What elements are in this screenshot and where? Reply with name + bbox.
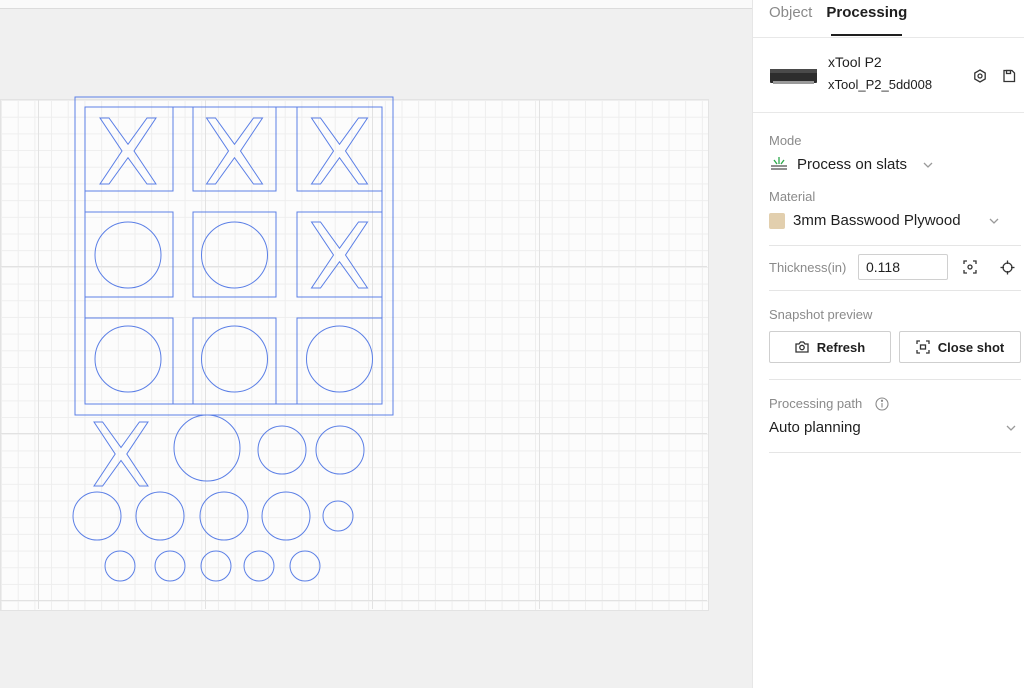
auto-measure-icon[interactable] [961, 258, 979, 276]
cell-7 [84, 317, 174, 405]
board-o-piece-4[interactable] [94, 221, 162, 289]
snapshot-label: Snapshot preview [769, 307, 873, 322]
cell-4 [84, 211, 174, 298]
processing-path-select[interactable]: Auto planning [769, 419, 861, 436]
board-outline[interactable] [74, 96, 394, 416]
tab-object[interactable]: Object [769, 0, 812, 37]
loose-o-piece-2[interactable] [173, 414, 241, 482]
small-circle-row2-4[interactable] [261, 491, 311, 541]
small-circle-row3-5[interactable] [289, 550, 321, 582]
small-circle-row2-5[interactable] [322, 500, 354, 532]
cell-6 [296, 211, 383, 298]
small-circle-row2-3[interactable] [199, 491, 249, 541]
close-shot-button[interactable]: Close shot [899, 331, 1021, 363]
camera-icon [795, 341, 809, 353]
material-color-swatch [769, 213, 785, 229]
board-x-piece-3[interactable] [310, 117, 369, 185]
refresh-label: Refresh [816, 339, 866, 355]
info-icon[interactable] [874, 396, 890, 412]
slats-icon [769, 155, 789, 173]
processing-panel: Object Processing xTool P2 xTool_P2_5dd0… [752, 0, 1024, 688]
refresh-button[interactable]: Refresh [769, 331, 891, 363]
save-icon[interactable] [1000, 67, 1018, 85]
mode-label: Mode [769, 133, 802, 148]
small-circle-row2-2[interactable] [135, 491, 185, 541]
small-circle-row3-1[interactable] [104, 550, 136, 582]
device-name: xTool P2 [828, 54, 882, 70]
material-chevron-down-icon[interactable] [988, 215, 1000, 227]
snapshot-divider [769, 379, 1021, 380]
processing-path-divider [769, 452, 1021, 453]
loose-x-piece-1[interactable] [93, 421, 149, 487]
close-shot-icon [916, 340, 930, 354]
tic-tac-toe-design[interactable] [72, 96, 394, 582]
board-o-piece-5[interactable] [201, 221, 268, 289]
board-x-piece-2[interactable] [205, 117, 264, 185]
design-canvas[interactable] [0, 0, 752, 688]
processing-path-label: Processing path [769, 396, 863, 411]
device-settings-icon[interactable] [971, 67, 989, 85]
device-id: xTool_P2_5dd008 [828, 77, 933, 92]
cell-1 [84, 106, 174, 192]
small-circle-row3-2[interactable] [154, 550, 186, 582]
board-o-piece-9[interactable] [306, 325, 373, 393]
panel-tabs: Object Processing [769, 0, 907, 37]
small-circle-row2-1[interactable] [72, 491, 122, 541]
device-divider [753, 112, 1024, 113]
material-select[interactable]: 3mm Basswood Plywood [793, 212, 961, 229]
laser-device-image [770, 69, 817, 84]
board-x-piece-6[interactable] [310, 221, 369, 289]
cell-9 [296, 317, 383, 405]
board-x-piece-1[interactable] [99, 117, 157, 185]
small-circle-row3-4[interactable] [243, 550, 275, 582]
tabs-divider [753, 37, 1024, 38]
material-label: Material [769, 189, 816, 204]
target-icon[interactable] [998, 258, 1016, 276]
board-inner [84, 106, 383, 405]
board-cells [84, 106, 383, 405]
tab-processing[interactable]: Processing [826, 0, 907, 37]
processing-path-chevron-down-icon[interactable] [1005, 422, 1017, 434]
mode-select[interactable]: Process on slats [797, 156, 907, 173]
close-shot-label: Close shot [937, 339, 1005, 355]
board-o-piece-7[interactable] [94, 325, 162, 393]
board-o-piece-8[interactable] [201, 325, 268, 393]
thickness-input[interactable] [858, 254, 948, 280]
active-tab-indicator [831, 34, 902, 36]
cell-3 [296, 106, 383, 192]
mode-chevron-down-icon[interactable] [922, 159, 934, 171]
material-divider [769, 245, 1021, 246]
thickness-label: Thickness(in) [769, 260, 847, 275]
thickness-divider [769, 290, 1021, 291]
